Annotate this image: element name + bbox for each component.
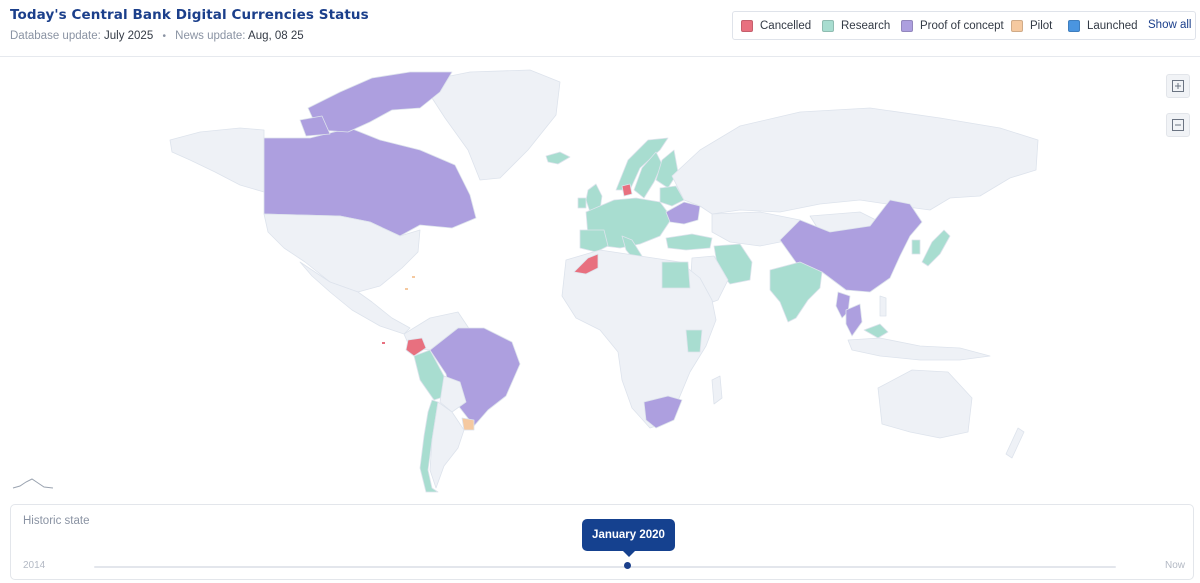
legend-item-launched[interactable]: Launched [1068,19,1138,33]
news-update-value: Aug, 08 25 [248,30,304,42]
country-galapagos [382,342,385,344]
timeline-start-label: 2014 [23,560,46,571]
country-japan [921,229,951,267]
launched-swatch [1068,20,1080,32]
country-malaysia [863,323,889,339]
show-all-button[interactable]: Show all [1148,19,1191,31]
proof-of-concept-swatch [901,20,913,32]
historic-state-label: Historic state [23,515,90,527]
country-madagascar [711,375,723,405]
timeline-track[interactable] [94,566,1116,568]
timeline-end-label: Now [1165,560,1186,571]
selected-date-tooltip: January 2020 [582,519,675,551]
country-egypt [661,261,691,289]
country-thailand [845,303,863,337]
cancelled-swatch [741,20,753,32]
legend-item-pilot[interactable]: Pilot [1011,19,1052,33]
world-map-svg[interactable] [0,58,1200,500]
tooltip-arrow [623,551,635,557]
legend-label: Research [841,20,891,32]
header: Today's Central Bank Digital Currencies … [0,0,1200,57]
country-bahamas [412,276,415,278]
country-new-zealand [1005,427,1025,459]
legend-item-cancelled[interactable]: Cancelled [741,19,811,33]
country-korea [911,239,921,255]
page-title: Today's Central Bank Digital Currencies … [10,7,369,23]
historic-state-slider: Historic state January 2020 2014 Now [10,504,1194,580]
update-info: Database update: July 2025 • News update… [10,30,304,42]
zoom-in-icon [1172,80,1184,92]
country-spain [579,229,609,253]
database-update-label: Database update: [10,30,101,42]
country-south-africa [643,395,683,429]
legend-item-proof-of-concept[interactable]: Proof of concept [901,19,1004,33]
country-kenya [685,329,703,353]
country-philippines [879,295,887,317]
legend-label: Cancelled [760,20,812,32]
database-update-value: July 2025 [104,30,154,42]
country-russia [671,107,1039,215]
separator-dot: • [162,31,166,42]
country-canada-arctic [307,71,453,133]
status-legend: Cancelled Research Proof of concept Pilo… [732,11,1196,40]
country-finland [655,149,679,189]
country-india [769,261,823,323]
country-turkey [665,233,713,251]
zoom-in-button[interactable] [1166,74,1190,98]
legend-item-research[interactable]: Research [822,19,890,33]
country-indonesia [847,337,991,361]
legend-label: Pilot [1030,20,1053,32]
legend-label: Launched [1087,20,1138,32]
news-update-label: News update: [175,30,246,42]
country-australia [877,369,973,439]
research-swatch [822,20,834,32]
country-ireland [577,197,587,209]
pilot-swatch [1011,20,1023,32]
timeline-handle[interactable] [624,562,631,569]
mini-chart-icon [12,478,54,489]
country-denmark [621,183,633,197]
country-iceland [545,151,571,165]
country-jamaica [405,288,408,290]
zoom-out-button[interactable] [1166,113,1190,137]
country-uruguay [461,417,475,431]
world-map[interactable] [0,58,1200,500]
legend-label: Proof of concept [920,20,1004,32]
country-alaska [169,127,265,193]
zoom-out-icon [1172,119,1184,131]
